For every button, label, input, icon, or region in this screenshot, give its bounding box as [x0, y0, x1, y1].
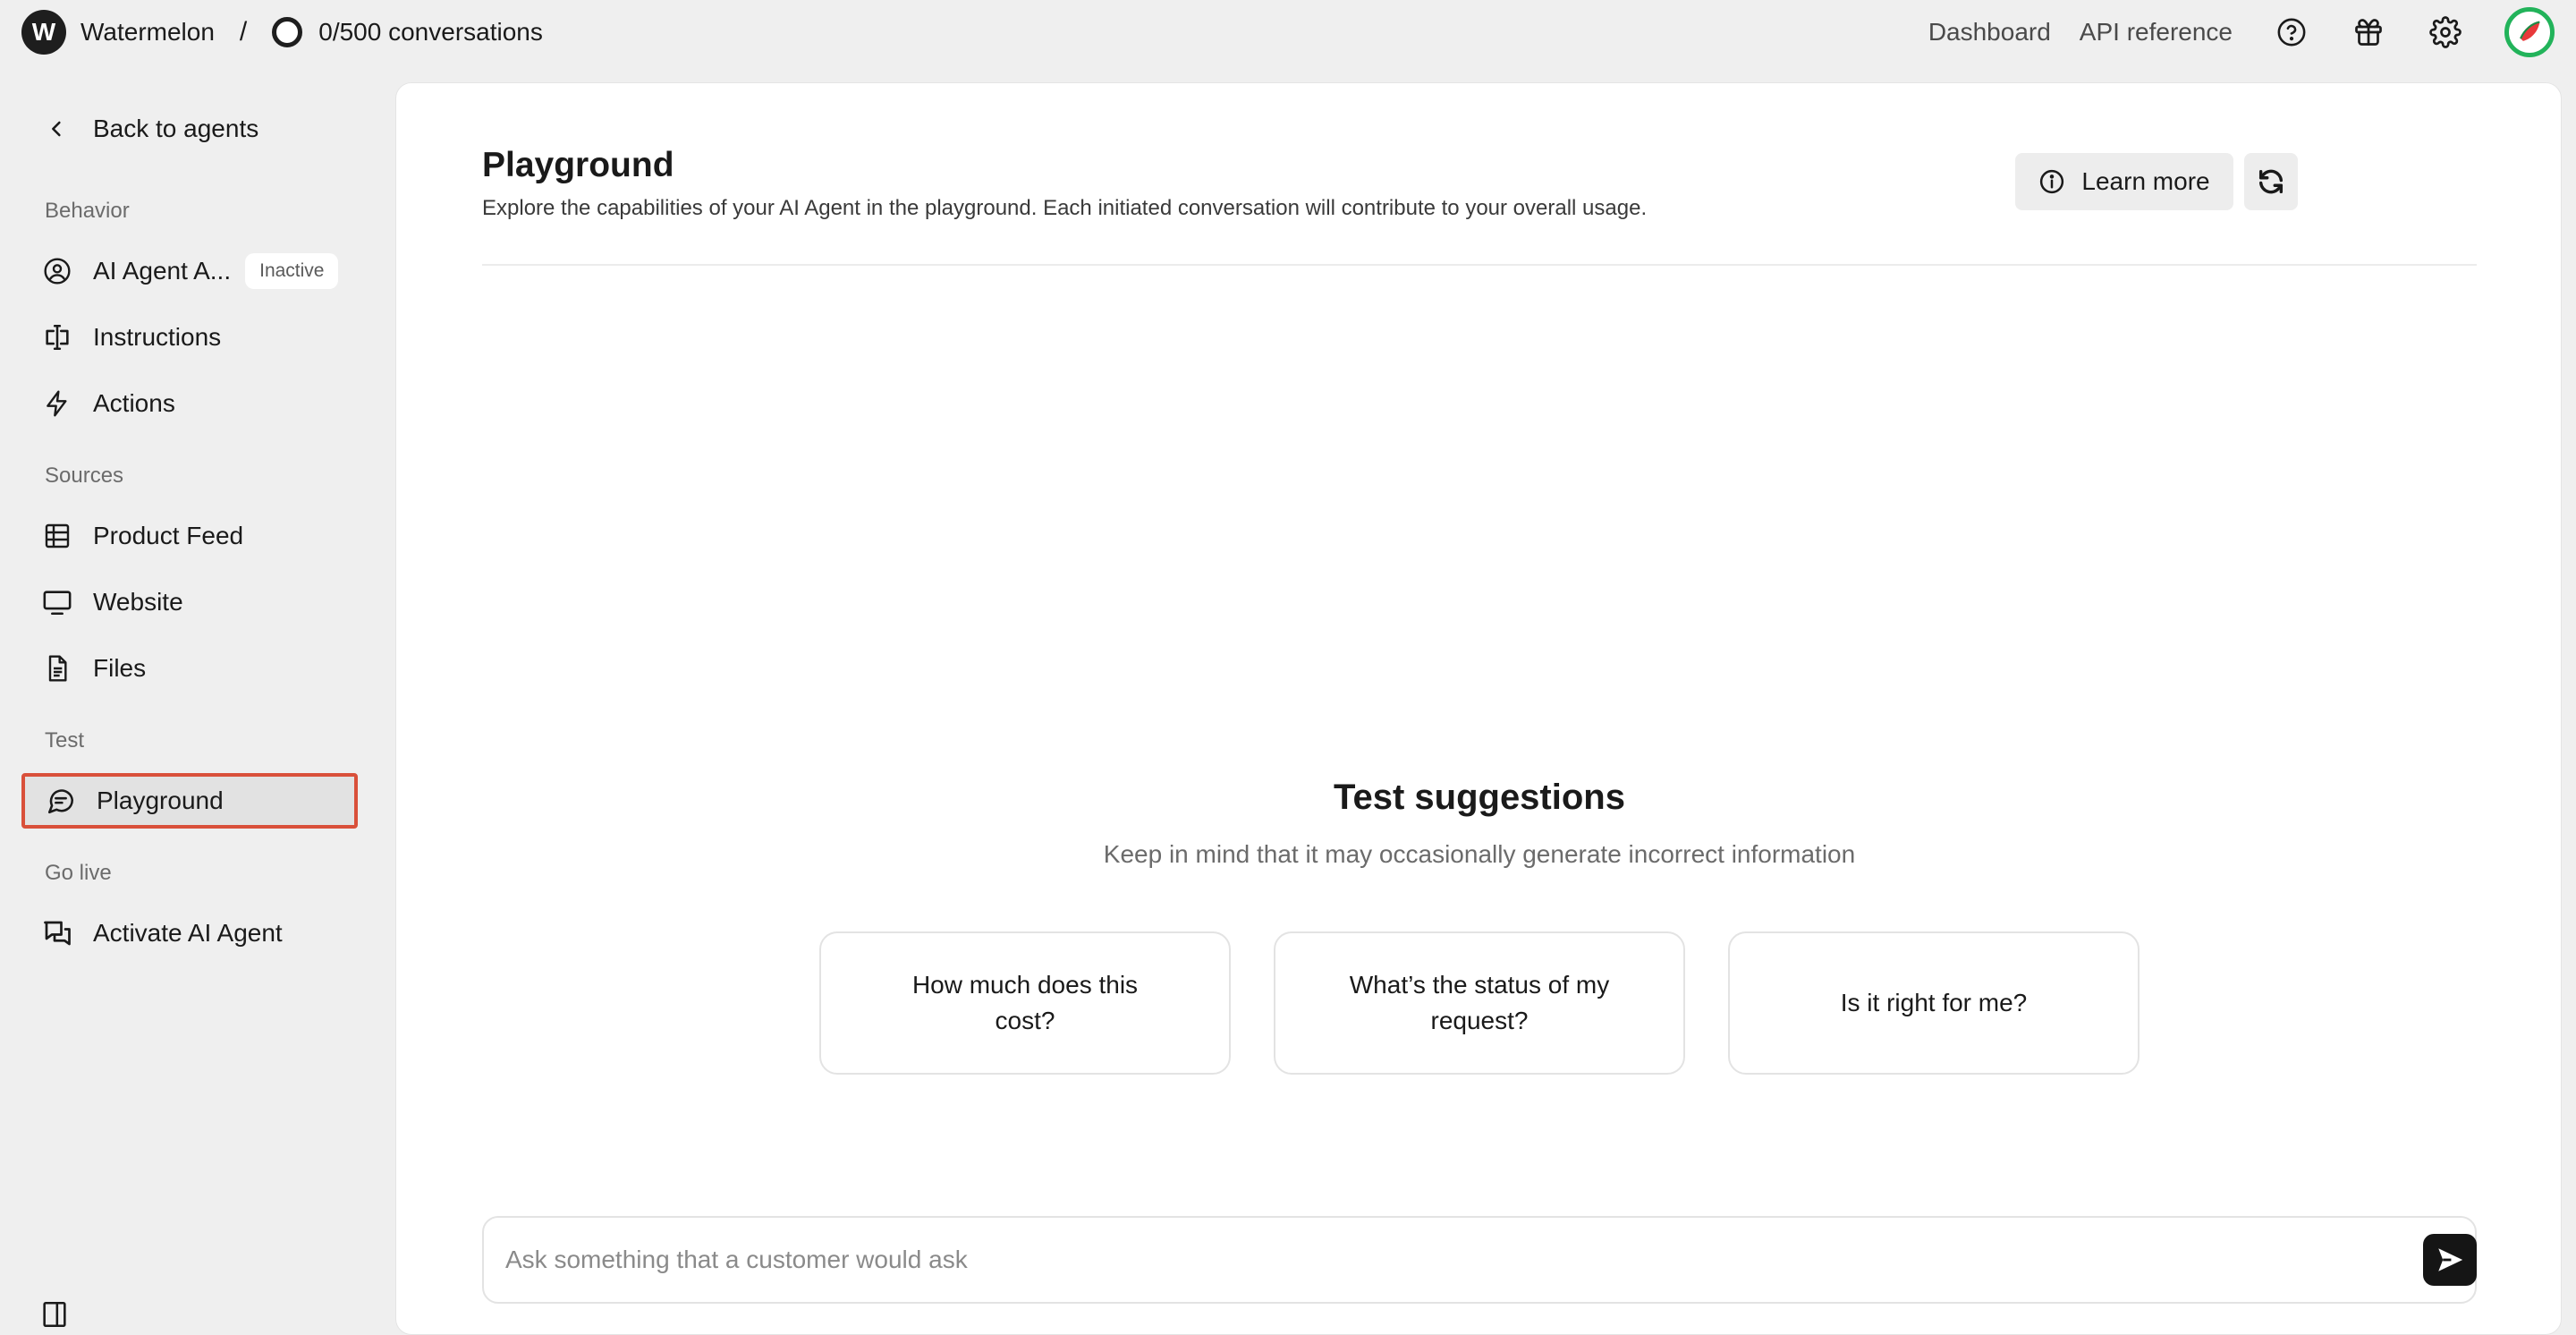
sidebar-item-label: Playground [97, 787, 224, 814]
refresh-icon [2258, 169, 2284, 194]
send-button[interactable] [2423, 1234, 2477, 1286]
status-badge: Inactive [245, 253, 339, 289]
user-circle-icon [41, 255, 73, 287]
page-title: Playground [482, 146, 674, 184]
learn-more-button[interactable]: Learn more [2015, 153, 2233, 210]
sidebar: Back to agents Behavior AI Agent A... In… [0, 64, 394, 1328]
suggestion-card[interactable]: What’s the status of my request? [1274, 931, 1685, 1075]
watermelon-logo[interactable]: W [21, 10, 66, 55]
sidebar-item-activate-ai-agent[interactable]: Activate AI Agent [21, 906, 358, 961]
sidebar-item-label: Activate AI Agent [93, 919, 283, 947]
chat-bubble-icon [45, 785, 77, 817]
page-description: Explore the capabilities of your AI Agen… [482, 196, 1648, 220]
conversation-usage[interactable]: 0/500 conversations [318, 18, 543, 47]
chat-input-box [482, 1216, 2477, 1304]
top-bar: W Watermelon / 0/500 conversations Dashb… [0, 0, 2576, 64]
table-icon [41, 520, 73, 552]
usage-ring-icon [272, 17, 303, 47]
section-label-go-live: Go live [45, 861, 112, 885]
help-icon[interactable] [2274, 14, 2309, 50]
avatar[interactable] [2504, 7, 2555, 57]
refresh-button[interactable] [2244, 153, 2298, 210]
sidebar-item-ai-agent[interactable]: AI Agent A... Inactive [21, 243, 358, 299]
suggestion-text: What’s the status of my request? [1349, 971, 1610, 1034]
sidebar-item-product-feed[interactable]: Product Feed [21, 508, 358, 564]
sidebar-item-actions[interactable]: Actions [21, 376, 358, 431]
sidebar-item-label: Files [93, 654, 147, 682]
sidebar-item-label: Website [93, 588, 183, 616]
back-to-agents-link[interactable]: Back to agents [45, 115, 258, 143]
text-cursor-icon [41, 321, 73, 353]
suggestions-subtitle: Keep in mind that it may occasionally ge… [1103, 840, 1856, 868]
sidebar-item-label: AI Agent A... [93, 257, 232, 285]
chat-bubbles-icon [41, 917, 73, 949]
sidebar-item-label: Actions [93, 389, 175, 417]
monitor-icon [41, 586, 73, 618]
lightning-icon [41, 387, 73, 420]
workspace-name[interactable]: Watermelon [80, 18, 215, 47]
learn-more-label: Learn more [2081, 167, 2210, 195]
settings-icon[interactable] [2428, 14, 2463, 50]
suggestion-text: Is it right for me? [1840, 989, 2028, 1016]
info-icon [2040, 169, 2064, 194]
sidebar-item-files[interactable]: Files [21, 641, 358, 696]
sidebar-collapse-icon[interactable] [39, 1299, 70, 1330]
top-right-nav: Dashboard API reference [1928, 7, 2555, 57]
suggestion-card[interactable]: Is it right for me? [1728, 931, 2140, 1075]
sidebar-item-label: Product Feed [93, 522, 244, 549]
sidebar-item-instructions[interactable]: Instructions [21, 310, 358, 365]
gift-icon[interactable] [2351, 14, 2386, 50]
sidebar-item-label: Instructions [93, 323, 222, 351]
back-label: Back to agents [93, 115, 259, 142]
send-icon [2438, 1248, 2463, 1271]
suggestions-title: Test suggestions [1334, 778, 1625, 817]
section-label-behavior: Behavior [45, 199, 130, 223]
suggestion-card[interactable]: How much does this cost? [819, 931, 1231, 1075]
sidebar-item-website[interactable]: Website [21, 574, 358, 630]
section-label-sources: Sources [45, 463, 124, 488]
breadcrumb-separator: / [239, 17, 248, 47]
sidebar-item-playground[interactable]: Playground [21, 773, 358, 829]
chevron-left-icon [52, 121, 61, 137]
section-label-test: Test [45, 728, 85, 753]
header-divider [482, 264, 2477, 266]
api-reference-link[interactable]: API reference [2080, 18, 2233, 47]
suggestion-text: How much does this cost? [911, 971, 1139, 1034]
file-icon [41, 652, 73, 685]
dashboard-link[interactable]: Dashboard [1928, 18, 2051, 47]
chat-input[interactable] [505, 1218, 2366, 1302]
playground-panel: Playground Explore the capabilities of y… [395, 82, 2562, 1335]
